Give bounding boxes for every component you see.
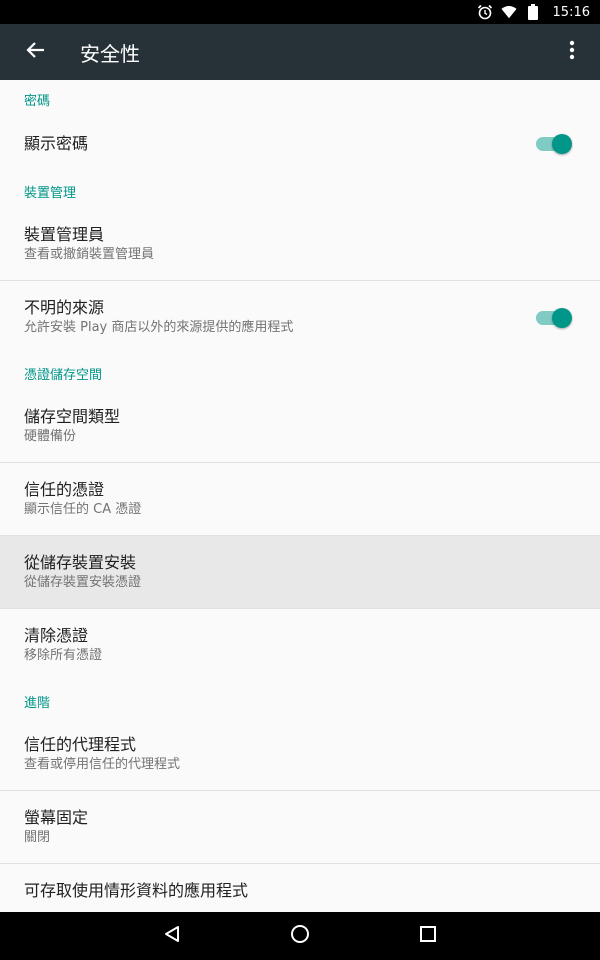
screen-pinning-item[interactable]: 螢幕固定 關閉 <box>0 791 600 864</box>
page-title: 安全性 <box>80 41 140 66</box>
device-admins-title: 裝置管理員 <box>24 224 105 244</box>
status-time: 15:16 <box>552 4 590 20</box>
section-header-advanced: 進階 <box>24 696 51 711</box>
nav-recents-button[interactable] <box>364 912 492 960</box>
storage-type-title: 儲存空間類型 <box>24 406 121 426</box>
trust-agents-summary: 查看或停用信任的代理程式 <box>24 756 181 772</box>
clear-credentials-title: 清除憑證 <box>24 626 89 645</box>
trusted-credentials-title: 信任的憑證 <box>24 479 105 499</box>
section-header-password: 密碼 <box>24 94 51 109</box>
app-bar: 安全性 <box>0 24 600 80</box>
unknown-sources-title: 不明的來源 <box>24 298 105 317</box>
unknown-sources-item[interactable]: 不明的來源 允許安裝 Play 商店以外的來源提供的應用程式 <box>0 281 600 354</box>
clear-credentials-summary: 移除所有憑證 <box>24 648 103 663</box>
storage-type-item[interactable]: 儲存空間類型 硬體備份 <box>0 390 600 463</box>
nav-home-button[interactable] <box>236 912 364 960</box>
unknown-sources-summary: 允許安裝 Play 商店以外的來源提供的應用程式 <box>24 320 294 335</box>
settings-list[interactable]: 密碼 顯示密碼 裝置管理 裝置管理員 查看或撤銷裝置管理員 不明的來源 允許安裝… <box>0 80 600 912</box>
battery-icon <box>525 4 541 20</box>
device-admins-item[interactable]: 裝置管理員 查看或撤銷裝置管理員 <box>0 208 600 281</box>
more-vert-icon <box>569 40 575 64</box>
unknown-sources-switch[interactable] <box>536 307 572 328</box>
nav-back-button[interactable] <box>108 912 236 960</box>
usage-access-item[interactable]: 可存取使用情形資料的應用程式 <box>0 864 600 912</box>
recents-square-icon <box>419 925 437 947</box>
status-bar: 15:16 <box>0 0 600 24</box>
trust-agents-title: 信任的代理程式 <box>24 734 137 754</box>
show-password-title: 顯示密碼 <box>24 134 89 153</box>
more-options-button[interactable] <box>544 24 600 80</box>
storage-type-summary: 硬體備份 <box>24 428 77 444</box>
show-password-item[interactable]: 顯示密碼 <box>0 116 600 172</box>
install-from-storage-title: 從儲存裝置安裝 <box>24 552 137 572</box>
arrow-back-icon <box>26 40 46 64</box>
show-password-switch[interactable] <box>536 134 572 154</box>
clear-credentials-item[interactable]: 清除憑證 移除所有憑證 <box>0 609 600 682</box>
usage-access-title: 可存取使用情形資料的應用程式 <box>24 881 249 900</box>
install-from-storage-item[interactable]: 從儲存裝置安裝 從儲存裝置安裝憑證 <box>0 536 600 609</box>
section-header-credential-storage: 憑證儲存空間 <box>24 368 103 383</box>
section-header-device-admin: 裝置管理 <box>24 186 77 201</box>
wifi-icon <box>500 4 517 20</box>
install-from-storage-summary: 從儲存裝置安裝憑證 <box>24 574 142 590</box>
home-circle-icon <box>290 924 310 948</box>
alarm-icon <box>477 4 493 20</box>
trusted-credentials-item[interactable]: 信任的憑證 顯示信任的 CA 憑證 <box>0 463 600 536</box>
screen-pinning-summary: 關閉 <box>24 829 51 845</box>
trusted-credentials-summary: 顯示信任的 CA 憑證 <box>24 501 142 517</box>
screen-pinning-title: 螢幕固定 <box>24 807 89 827</box>
device-admins-summary: 查看或撤銷裝置管理員 <box>24 246 155 262</box>
back-triangle-icon <box>163 925 181 947</box>
trust-agents-item[interactable]: 信任的代理程式 查看或停用信任的代理程式 <box>0 718 600 791</box>
back-button[interactable] <box>0 24 72 80</box>
navigation-bar <box>0 912 600 960</box>
